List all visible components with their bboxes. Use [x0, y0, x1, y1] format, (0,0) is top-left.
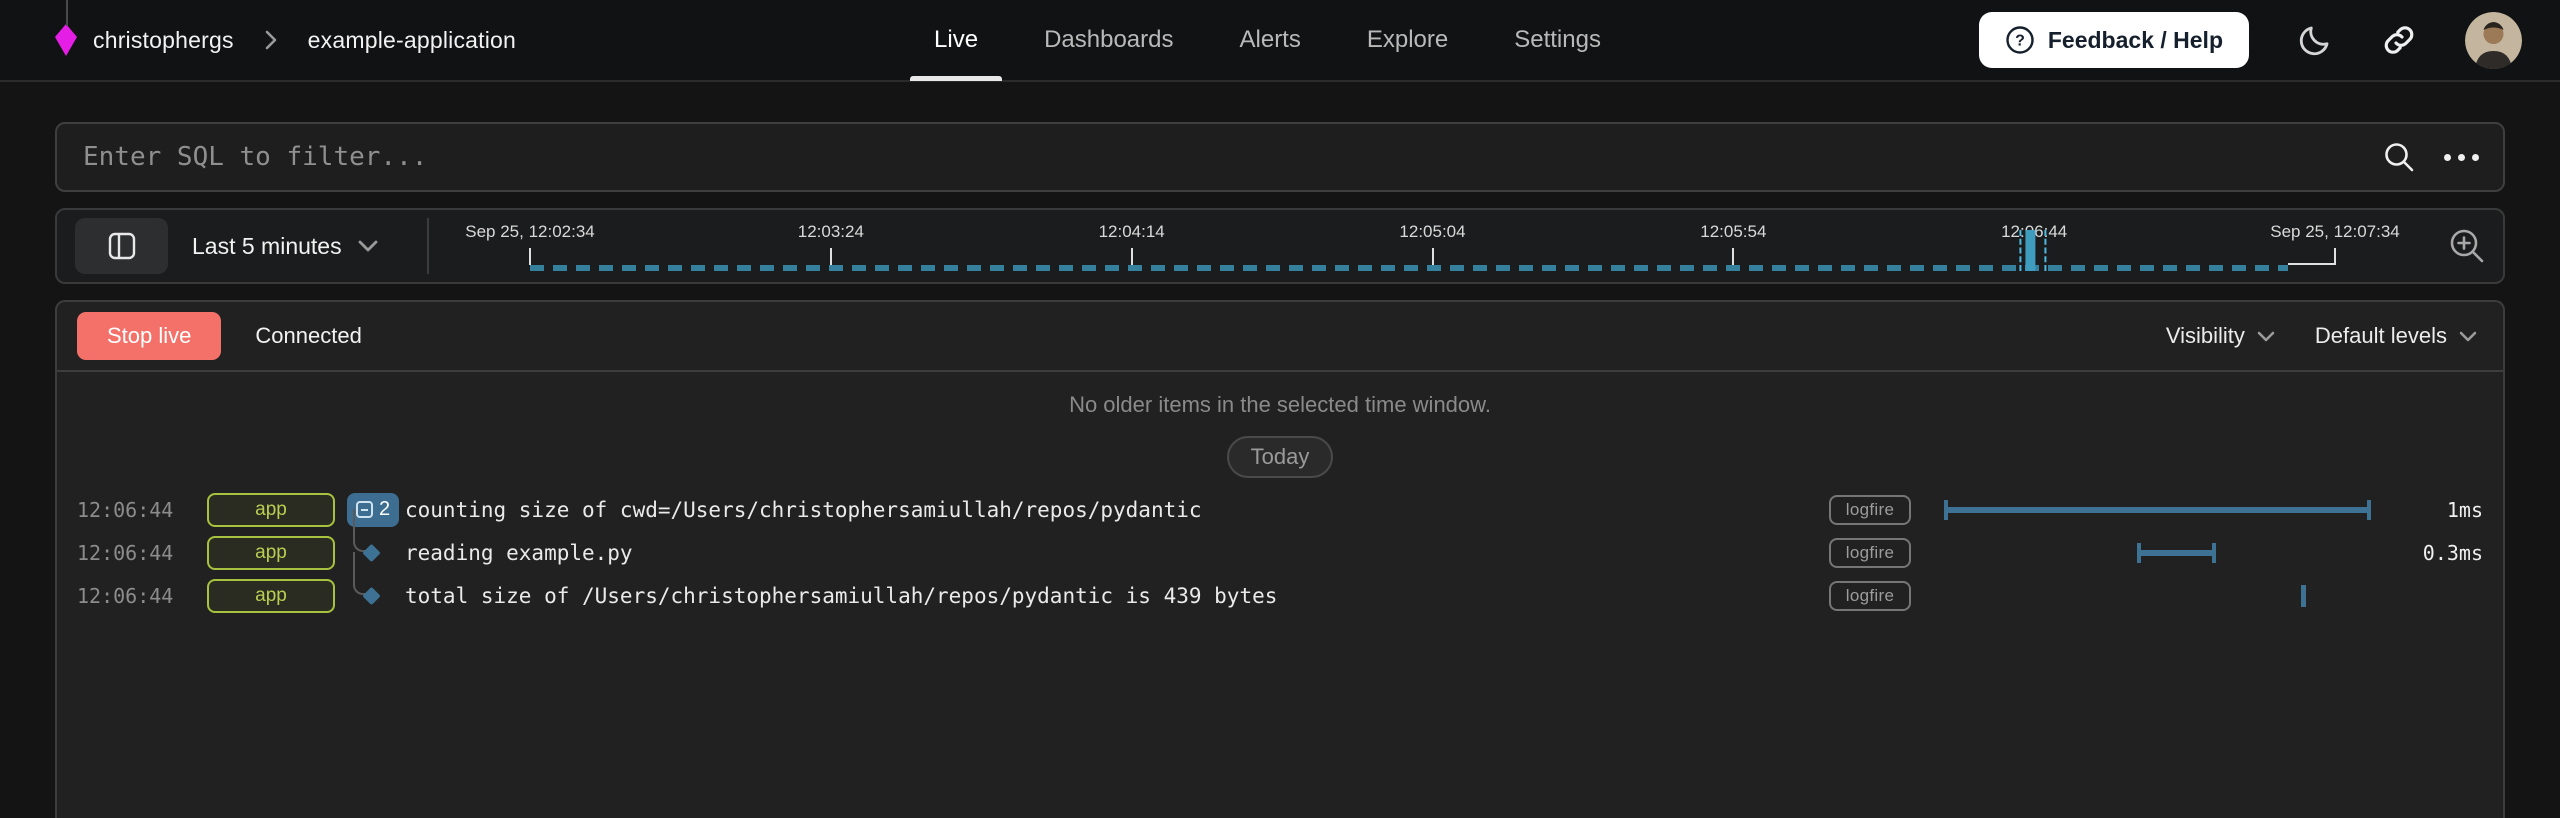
time-range-label: Last 5 minutes: [192, 233, 342, 260]
logfire-logo-icon[interactable]: [55, 24, 77, 56]
default-levels-label: Default levels: [2315, 323, 2447, 349]
tab-alerts[interactable]: Alerts: [1240, 0, 1301, 81]
nav-tabs: Live Dashboards Alerts Explore Settings: [934, 0, 1601, 81]
log-row[interactable]: 12:06:44 app reading example.py logfire …: [77, 531, 2483, 574]
more-options-icon[interactable]: [2442, 148, 2481, 167]
feedback-help-label: Feedback / Help: [2048, 27, 2223, 54]
tab-dashboards[interactable]: Dashboards: [1044, 0, 1173, 81]
log-message: counting size of cwd=/Users/christophers…: [405, 498, 1829, 522]
chevron-down-icon: [2257, 331, 2275, 342]
timeline-ticks: Sep 25, 12:02:34 12:03:24 12:04:14 12:05…: [530, 210, 2335, 282]
time-range-dropdown[interactable]: Last 5 minutes: [192, 233, 378, 260]
empty-window-message: No older items in the selected time wind…: [77, 388, 2483, 418]
question-circle-icon: ?: [2005, 25, 2035, 55]
timeline-activity-spike[interactable]: [2020, 230, 2047, 271]
live-bar-actions: Visibility Default levels: [2166, 323, 2477, 349]
feedback-help-button[interactable]: ? Feedback / Help: [1979, 12, 2249, 68]
log-rows: 12:06:44 app 2 counting size of cwd=/Use…: [77, 488, 2483, 617]
nav-actions: ? Feedback / Help: [1979, 12, 2522, 69]
connection-status: Connected: [255, 323, 361, 349]
duration-bar: [1944, 500, 2372, 520]
today-button[interactable]: Today: [1227, 436, 1334, 478]
avatar[interactable]: [2465, 12, 2522, 69]
breadcrumb: christophergs example-application: [55, 24, 516, 56]
service-badge: app: [207, 536, 335, 570]
logo-string: [66, 0, 68, 26]
service-badge: app: [207, 493, 335, 527]
duration-label: 0.3ms: [2395, 541, 2483, 565]
time-range-bar: Last 5 minutes Sep 25, 12:02:34 12:03:24…: [55, 208, 2505, 284]
scope-tag: logfire: [1829, 538, 1911, 568]
scope-tag: logfire: [1829, 495, 1911, 525]
zoom-in-button[interactable]: [2447, 226, 2487, 266]
visibility-dropdown[interactable]: Visibility: [2166, 323, 2275, 349]
tree-elbow: [353, 509, 368, 552]
log-time: 12:06:44: [77, 541, 207, 565]
live-controls-bar: Stop live Connected Visibility Default l…: [57, 302, 2503, 372]
live-panel: Stop live Connected Visibility Default l…: [55, 300, 2505, 818]
log-message: total size of /Users/christophersamiulla…: [405, 584, 1829, 608]
service-badge: app: [207, 579, 335, 613]
search-icon[interactable]: [2382, 140, 2416, 174]
chevron-down-icon: [358, 240, 378, 252]
chevron-right-icon: [264, 29, 278, 51]
tree-elbow: [353, 552, 368, 595]
moon-icon: [2297, 22, 2333, 58]
log-row[interactable]: 12:06:44 app 2 counting size of cwd=/Use…: [77, 488, 2483, 531]
sidebar-panel-icon: [108, 232, 136, 260]
share-link-button[interactable]: [2381, 22, 2417, 58]
page-body: Last 5 minutes Sep 25, 12:02:34 12:03:24…: [0, 82, 2560, 818]
tree-gutter: [335, 574, 393, 617]
sidebar-toggle-button[interactable]: [75, 218, 168, 274]
duration-bar: [2137, 543, 2217, 563]
log-time: 12:06:44: [77, 498, 207, 522]
default-levels-dropdown[interactable]: Default levels: [2315, 323, 2477, 349]
link-icon: [2381, 22, 2417, 58]
chevron-down-icon: [2459, 331, 2477, 342]
logfire-app: christophergs example-application Live D…: [0, 0, 2560, 818]
sql-filter-box: [55, 122, 2505, 192]
log-time: 12:06:44: [77, 584, 207, 608]
sql-filter-actions: [2382, 140, 2481, 174]
breadcrumb-project[interactable]: example-application: [308, 27, 516, 54]
time-range-controls: Last 5 minutes: [57, 218, 427, 274]
duration-track: [1925, 574, 2395, 617]
svg-text:?: ?: [2015, 33, 2025, 50]
log-row[interactable]: 12:06:44 app total size of /Users/christ…: [77, 574, 2483, 617]
breadcrumb-org[interactable]: christophergs: [93, 27, 234, 54]
stop-live-button[interactable]: Stop live: [77, 312, 221, 360]
duration-track: [1925, 531, 2395, 574]
zoom-in-icon: [2447, 226, 2487, 266]
tab-explore[interactable]: Explore: [1367, 0, 1448, 81]
children-count: 2: [379, 498, 390, 521]
scope-tag: logfire: [1829, 581, 1911, 611]
log-message: reading example.py: [405, 541, 1829, 565]
tab-live[interactable]: Live: [934, 0, 978, 81]
top-nav: christophergs example-application Live D…: [0, 0, 2560, 82]
sql-filter-input[interactable]: [83, 142, 2382, 172]
duration-bar: [2301, 585, 2306, 607]
timeline[interactable]: Sep 25, 12:02:34 12:03:24 12:04:14 12:05…: [429, 210, 2503, 282]
duration-label: 1ms: [2395, 498, 2483, 522]
tab-settings[interactable]: Settings: [1514, 0, 1601, 81]
log-feed: No older items in the selected time wind…: [57, 372, 2503, 818]
theme-toggle-button[interactable]: [2297, 22, 2333, 58]
duration-track: [1925, 488, 2395, 531]
visibility-label: Visibility: [2166, 323, 2245, 349]
